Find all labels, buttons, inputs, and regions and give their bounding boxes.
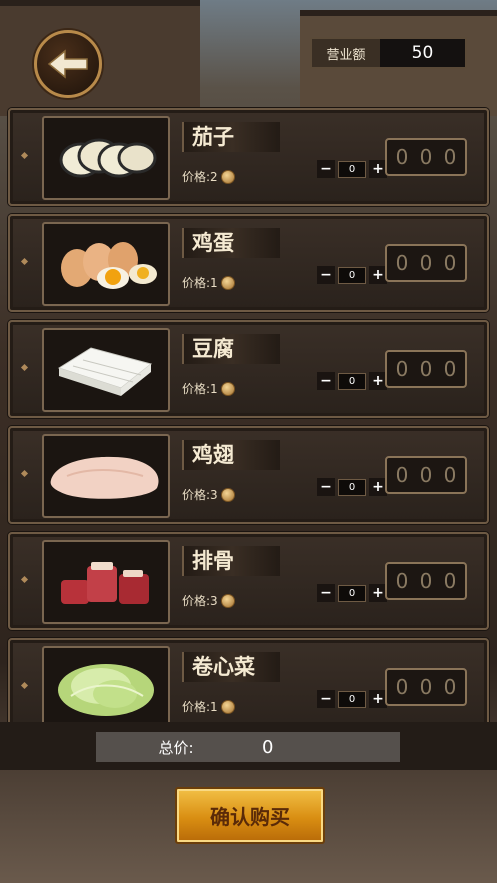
quantity-value[interactable]: 0 bbox=[338, 690, 366, 708]
ingredient-list: 茄子 价格: 2 − 0 + 0 0 0 鸡蛋 价格: 1 − 0 + 0 0 … bbox=[8, 108, 489, 744]
price-label: 价格: bbox=[182, 488, 211, 502]
spare-ribs-image bbox=[42, 540, 170, 624]
bullet-icon bbox=[20, 257, 29, 266]
price-value: 1 bbox=[210, 275, 218, 290]
digit: 0 bbox=[395, 463, 409, 487]
revenue-label: 营业额 bbox=[312, 39, 380, 67]
coin-icon bbox=[220, 487, 235, 502]
quantity-stepper: − 0 + bbox=[317, 478, 387, 496]
price-value: 1 bbox=[210, 699, 218, 714]
digit: 0 bbox=[443, 675, 457, 699]
digit: 0 bbox=[443, 569, 457, 593]
decrease-button[interactable]: − bbox=[317, 372, 335, 390]
cabbage-image bbox=[42, 646, 170, 730]
price-label: 价格: bbox=[182, 276, 211, 290]
ingredient-card-tofu: 豆腐 价格: 1 − 0 + 0 0 0 bbox=[8, 320, 489, 418]
bullet-icon bbox=[20, 681, 29, 690]
revenue-value: 50 bbox=[411, 43, 434, 63]
digit-counter: 0 0 0 bbox=[385, 244, 467, 282]
ingredient-card-eggplant: 茄子 价格: 2 − 0 + 0 0 0 bbox=[8, 108, 489, 206]
ingredient-name: 茄子 bbox=[182, 122, 280, 152]
ingredient-name: 鸡翅 bbox=[182, 440, 280, 470]
digit: 0 bbox=[395, 357, 409, 381]
digit: 0 bbox=[443, 251, 457, 275]
price-label: 价格: bbox=[182, 170, 211, 184]
quantity-stepper: − 0 + bbox=[317, 584, 387, 602]
coin-icon bbox=[220, 275, 235, 290]
bullet-icon bbox=[20, 575, 29, 584]
quantity-value[interactable]: 0 bbox=[338, 372, 366, 390]
digit: 0 bbox=[419, 463, 433, 487]
decrease-button[interactable]: − bbox=[317, 266, 335, 284]
quantity-value[interactable]: 0 bbox=[338, 478, 366, 496]
price-value: 3 bbox=[210, 487, 218, 502]
digit: 0 bbox=[443, 463, 457, 487]
eggs-image bbox=[42, 222, 170, 306]
ingredient-price: 价格: 2 bbox=[182, 168, 235, 185]
quantity-stepper: − 0 + bbox=[317, 160, 387, 178]
ingredient-card-spare-ribs: 排骨 价格: 3 − 0 + 0 0 0 bbox=[8, 532, 489, 630]
quantity-stepper: − 0 + bbox=[317, 372, 387, 390]
coin-icon bbox=[220, 381, 235, 396]
eggplant-image bbox=[42, 116, 170, 200]
ingredient-name: 豆腐 bbox=[182, 334, 280, 364]
digit-counter: 0 0 0 bbox=[385, 562, 467, 600]
digit: 0 bbox=[419, 145, 433, 169]
ingredient-name: 卷心菜 bbox=[182, 652, 280, 682]
quantity-value[interactable]: 0 bbox=[338, 584, 366, 602]
chicken-wing-image bbox=[42, 434, 170, 518]
decrease-button[interactable]: − bbox=[317, 478, 335, 496]
price-label: 价格: bbox=[182, 594, 211, 608]
ingredient-card-chicken-wing: 鸡翅 价格: 3 − 0 + 0 0 0 bbox=[8, 426, 489, 524]
price-value: 3 bbox=[210, 593, 218, 608]
total-label: 总价: bbox=[158, 738, 194, 757]
digit: 0 bbox=[419, 251, 433, 275]
revenue-display: 营业额 50 bbox=[310, 37, 467, 69]
digit-counter: 0 0 0 bbox=[385, 668, 467, 706]
digit: 0 bbox=[395, 145, 409, 169]
price-label: 价格: bbox=[182, 382, 211, 396]
coin-icon bbox=[220, 169, 235, 184]
digit: 0 bbox=[395, 569, 409, 593]
digit-counter: 0 0 0 bbox=[385, 456, 467, 494]
quantity-stepper: − 0 + bbox=[317, 690, 387, 708]
price-value: 2 bbox=[210, 169, 218, 184]
confirm-purchase-button[interactable]: 确认购买 bbox=[175, 787, 325, 844]
bullet-icon bbox=[20, 363, 29, 372]
ingredient-card-eggs: 鸡蛋 价格: 1 − 0 + 0 0 0 bbox=[8, 214, 489, 312]
ingredient-price: 价格: 1 bbox=[182, 380, 235, 397]
price-label: 价格: bbox=[182, 700, 211, 714]
ingredient-price: 价格: 1 bbox=[182, 274, 235, 291]
quantity-stepper: − 0 + bbox=[317, 266, 387, 284]
digit: 0 bbox=[395, 251, 409, 275]
digit-counter: 0 0 0 bbox=[385, 350, 467, 388]
tofu-image bbox=[42, 328, 170, 412]
digit: 0 bbox=[443, 357, 457, 381]
back-button[interactable] bbox=[34, 30, 102, 98]
decrease-button[interactable]: − bbox=[317, 584, 335, 602]
digit-counter: 0 0 0 bbox=[385, 138, 467, 176]
ingredient-price: 价格: 3 bbox=[182, 592, 235, 609]
ingredient-price: 价格: 1 bbox=[182, 698, 235, 715]
digit: 0 bbox=[419, 357, 433, 381]
digit: 0 bbox=[443, 145, 457, 169]
ingredient-name: 鸡蛋 bbox=[182, 228, 280, 258]
price-value: 1 bbox=[210, 381, 218, 396]
coin-icon bbox=[220, 699, 235, 714]
decrease-button[interactable]: − bbox=[317, 690, 335, 708]
quantity-value[interactable]: 0 bbox=[338, 160, 366, 178]
digit: 0 bbox=[395, 675, 409, 699]
decrease-button[interactable]: − bbox=[317, 160, 335, 178]
bullet-icon bbox=[20, 151, 29, 160]
bullet-icon bbox=[20, 469, 29, 478]
arrow-left-icon bbox=[47, 49, 88, 79]
digit: 0 bbox=[419, 569, 433, 593]
quantity-value[interactable]: 0 bbox=[338, 266, 366, 284]
total-value: 0 bbox=[262, 736, 274, 758]
digit: 0 bbox=[419, 675, 433, 699]
ingredient-price: 价格: 3 bbox=[182, 486, 235, 503]
coin-icon bbox=[220, 593, 235, 608]
total-price-bar: 总价: 0 bbox=[96, 732, 400, 762]
ingredient-name: 排骨 bbox=[182, 546, 280, 576]
